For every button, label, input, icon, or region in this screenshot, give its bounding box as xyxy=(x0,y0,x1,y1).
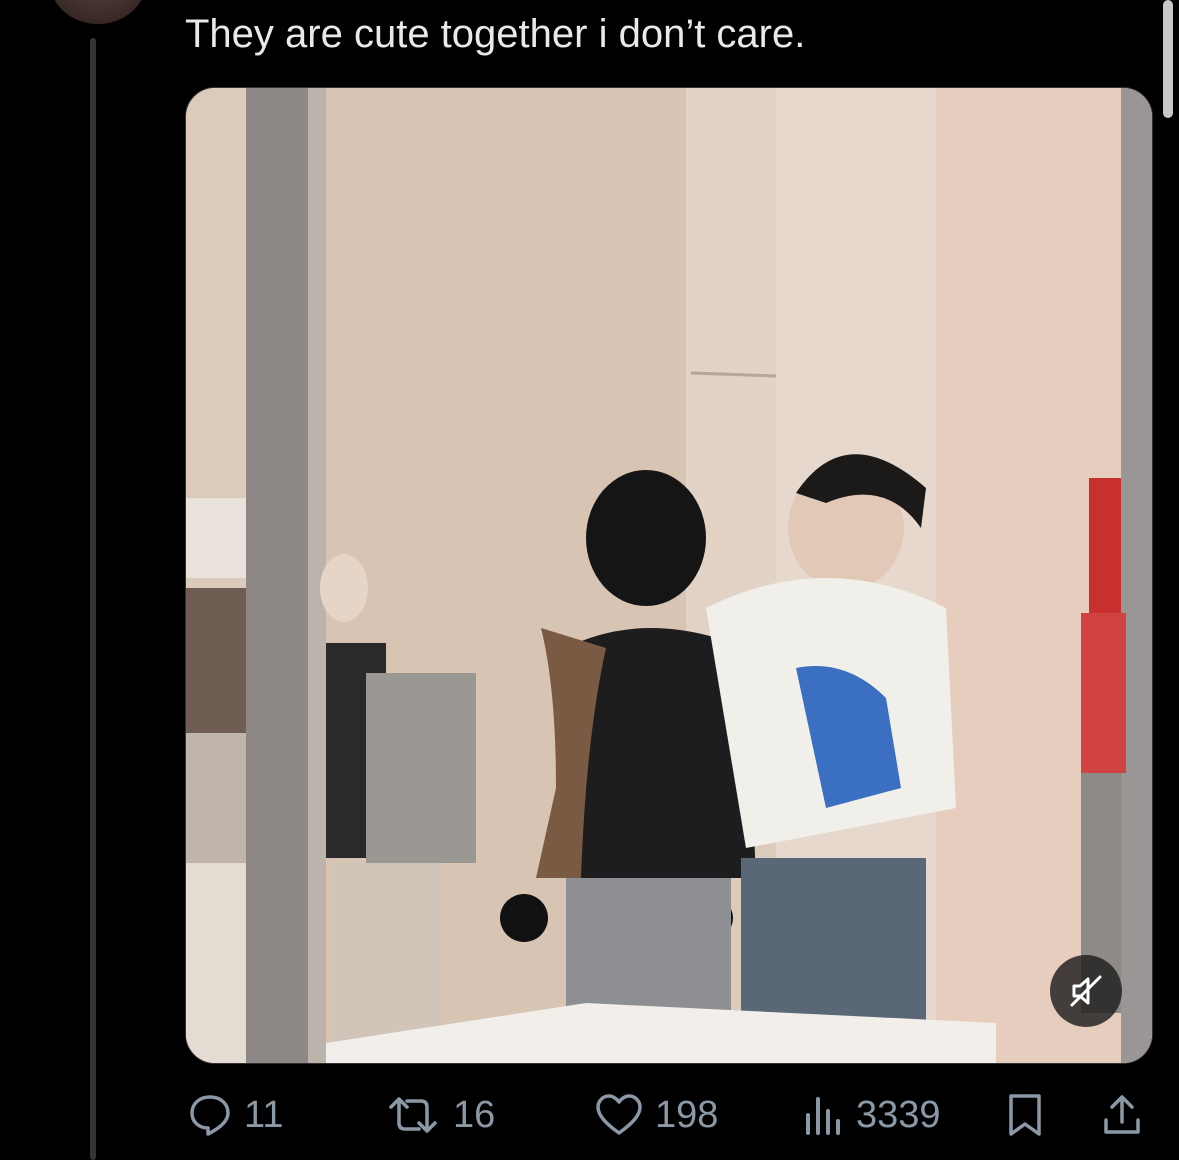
volume-muted-icon xyxy=(1070,975,1102,1007)
mute-toggle-button[interactable] xyxy=(1050,955,1122,1027)
heart-icon xyxy=(595,1093,643,1137)
share-icon xyxy=(1100,1092,1144,1138)
like-count: 198 xyxy=(655,1093,719,1136)
bookmark-icon xyxy=(1005,1092,1045,1138)
repost-count: 16 xyxy=(453,1093,496,1136)
reply-icon xyxy=(188,1093,232,1137)
share-button[interactable] xyxy=(1100,1088,1144,1142)
tweet-action-bar: 11 16 198 3339 xyxy=(0,1088,1179,1142)
reply-button[interactable]: 11 xyxy=(188,1088,283,1142)
reply-count: 11 xyxy=(244,1093,284,1136)
video-frame xyxy=(186,88,1152,1063)
bookmark-button[interactable] xyxy=(1005,1088,1045,1142)
scrollbar[interactable] xyxy=(1163,0,1173,118)
tweet-text: They are cute together i don’t care. xyxy=(185,12,806,56)
repost-icon xyxy=(385,1093,441,1137)
views-button[interactable]: 3339 xyxy=(800,1088,941,1142)
view-count: 3339 xyxy=(856,1093,941,1136)
like-button[interactable]: 198 xyxy=(595,1088,718,1142)
analytics-bar-icon xyxy=(800,1093,844,1137)
thread-connector-line xyxy=(90,38,96,1160)
author-avatar[interactable] xyxy=(50,0,146,24)
tweet-video[interactable] xyxy=(185,87,1153,1064)
repost-button[interactable]: 16 xyxy=(385,1088,495,1142)
